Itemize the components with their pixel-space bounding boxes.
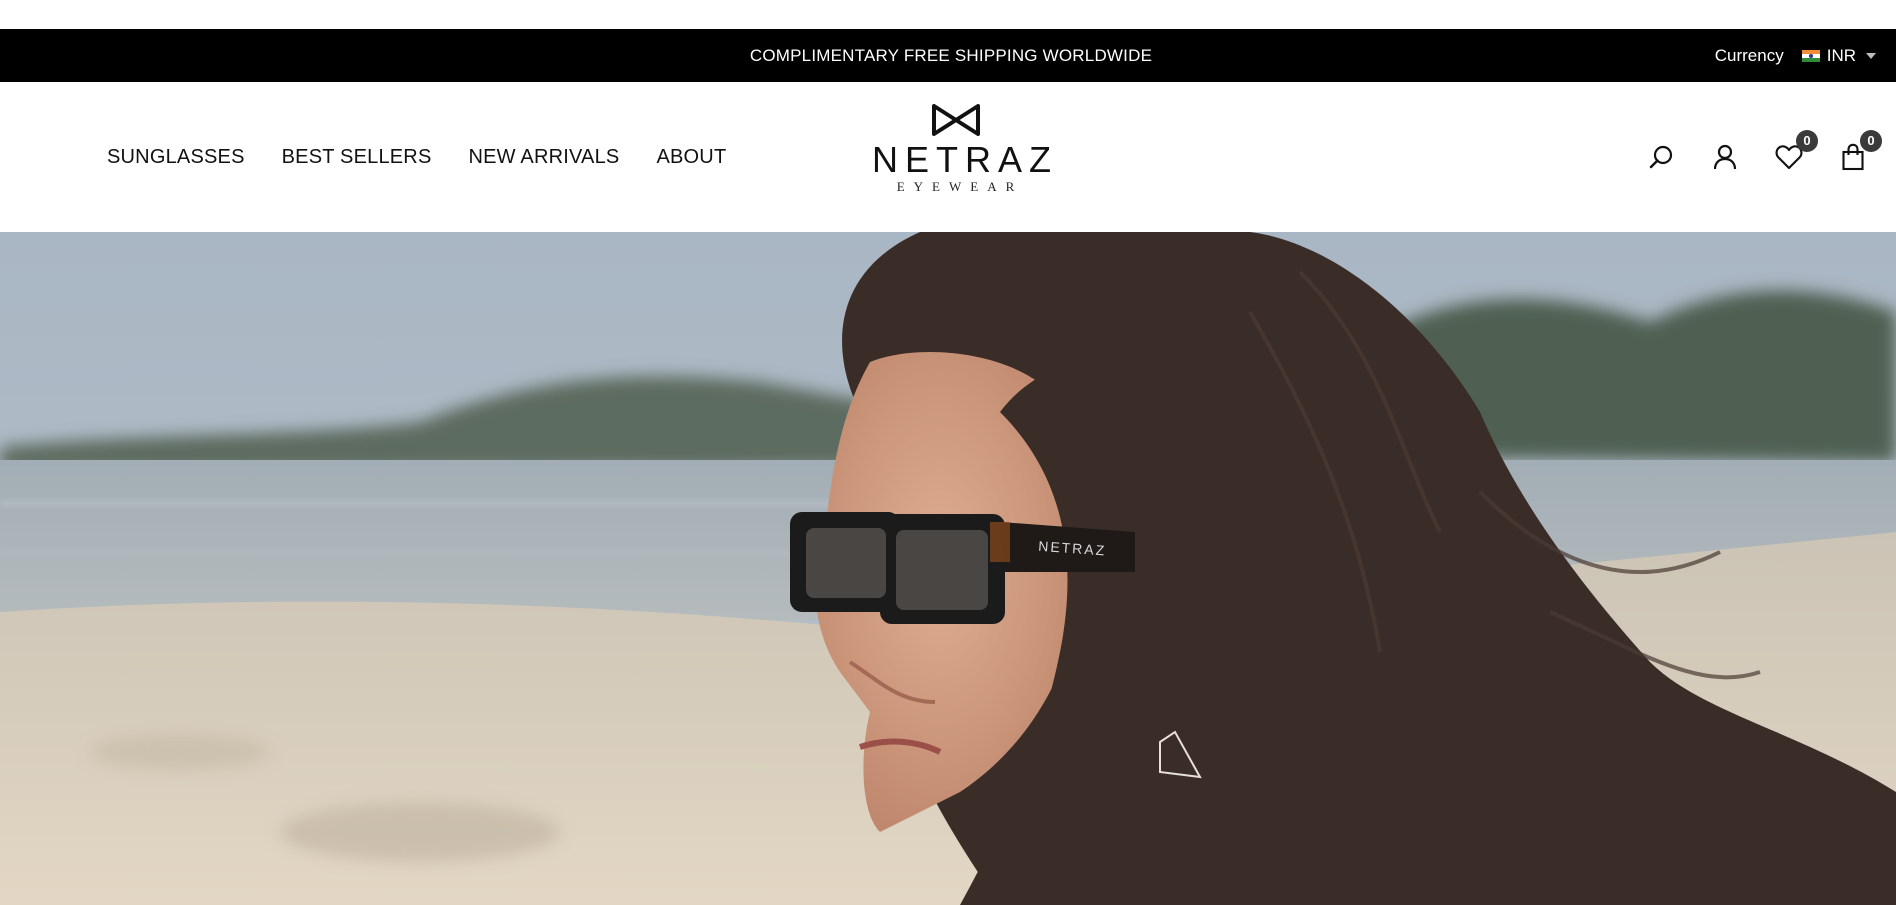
nav-item-sunglasses[interactable]: SUNGLASSES xyxy=(107,146,245,169)
currency-switcher: Currency INR xyxy=(1715,29,1876,82)
header-icons: 0 0 xyxy=(1646,82,1882,232)
nav-item-about[interactable]: ABOUT xyxy=(656,146,726,169)
india-flag-icon xyxy=(1801,49,1820,62)
logo-subtitle: EYEWEAR xyxy=(896,179,1024,194)
currency-label: Currency xyxy=(1714,45,1784,65)
user-icon xyxy=(1713,144,1737,170)
cart-button[interactable]: 0 xyxy=(1838,130,1882,172)
chevron-down-icon xyxy=(1866,52,1876,59)
logo-mark-icon xyxy=(932,104,980,136)
site-header: SUNGLASSES BEST SELLERS NEW ARRIVALS ABO… xyxy=(0,82,1896,232)
nav-item-best-sellers[interactable]: BEST SELLERS xyxy=(282,146,432,169)
currency-value: INR xyxy=(1826,45,1856,65)
hero-image: NETRAZ xyxy=(0,232,1896,905)
search-icon xyxy=(1649,145,1673,169)
announcement-text: COMPLIMENTARY FREE SHIPPING WORLDWIDE xyxy=(749,46,1153,65)
logo-wordmark: NETRAZ xyxy=(872,139,1058,180)
currency-select[interactable]: INR xyxy=(1801,45,1876,66)
search-button[interactable] xyxy=(1646,142,1676,172)
nav-item-new-arrivals[interactable]: NEW ARRIVALS xyxy=(469,146,620,169)
wishlist-button[interactable]: 0 xyxy=(1774,130,1818,172)
site-logo[interactable]: NETRAZ EYEWEAR xyxy=(866,104,1058,204)
announcement-bar: COMPLIMENTARY FREE SHIPPING WORLDWIDE Cu… xyxy=(0,29,1896,82)
cart-count-badge: 0 xyxy=(1860,130,1882,152)
main-nav: SUNGLASSES BEST SELLERS NEW ARRIVALS ABO… xyxy=(107,82,726,232)
hero-banner[interactable]: NETRAZ xyxy=(0,232,1896,905)
top-spacer xyxy=(0,0,1896,29)
wishlist-count-badge: 0 xyxy=(1796,130,1818,152)
account-button[interactable] xyxy=(1710,142,1740,172)
